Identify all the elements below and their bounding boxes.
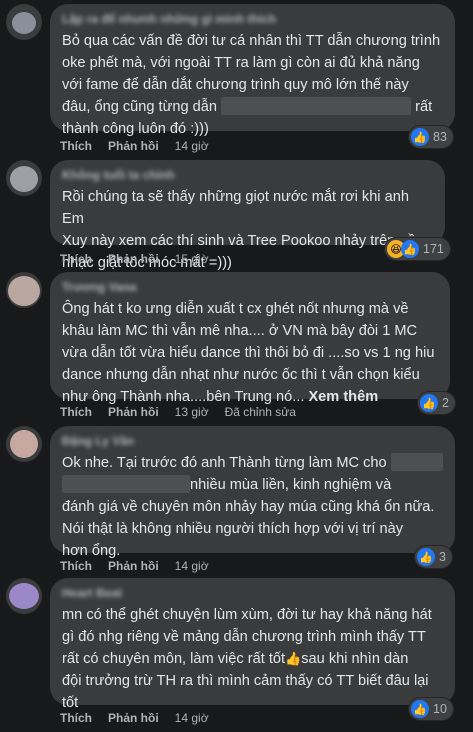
thumbs-up-icon: 👍 xyxy=(417,548,435,566)
reaction-summary[interactable]: 👍 83 xyxy=(409,126,453,148)
comment-bubble: Lập ra để nhưnh những gì mình thích Bỏ q… xyxy=(50,4,455,137)
thumbs-up-icon: 👍 xyxy=(420,394,438,412)
reply-button[interactable]: Phản hồi xyxy=(108,558,159,574)
reply-button[interactable]: Phản hồi xyxy=(108,138,159,154)
reaction-summary[interactable]: 👍 10 xyxy=(409,698,453,720)
comment-bubble: Trương Vana Ông hát t ko ưng diễn xuất t… xyxy=(50,272,450,405)
edited-label: Đã chỉnh sửa xyxy=(224,405,296,419)
comment-actions: Thích Phản hồi 13 giờ Đã chỉnh sửa xyxy=(60,404,296,420)
comment-author[interactable]: Không tuổi ta chính xyxy=(62,168,433,182)
timestamp[interactable]: 14 giờ xyxy=(175,138,209,154)
comment-text: Ok nhe. Tại trước đó anh Thành từng làm … xyxy=(62,452,443,562)
comment-text: Ông hát t ko ưng diễn xuất t cx ghét nốt… xyxy=(62,301,435,405)
reaction-count: 2 xyxy=(442,396,449,410)
avatar[interactable] xyxy=(6,426,42,462)
thumbs-up-icon: 👍 xyxy=(401,240,419,258)
comment-actions: Thích Phản hồi 15 giờ xyxy=(60,251,209,267)
comment-bubble: Đặng Ly Vân Ok nhe. Tại trước đó anh Thà… xyxy=(50,426,455,559)
comment-author[interactable]: Trương Vana xyxy=(62,280,438,294)
thumbs-up-icon: 👍 xyxy=(411,128,429,146)
timestamp[interactable]: 14 giờ xyxy=(175,558,209,574)
timestamp[interactable]: 14 giờ xyxy=(175,710,209,726)
redacted-text xyxy=(390,453,443,471)
like-button[interactable]: Thích xyxy=(60,558,92,574)
see-more-link[interactable]: Xem thêm xyxy=(308,389,378,405)
comment-bubble: Không tuổi ta chính Rồi chúng ta sẽ thấy… xyxy=(50,160,445,271)
comment-bubble: Heart Beat mn có thể ghét chuyện lùm xùm… xyxy=(50,578,455,711)
comment-actions: Thích Phản hồi 14 giờ xyxy=(60,558,209,574)
reply-button[interactable]: Phản hồi xyxy=(108,404,159,420)
thumbs-up-emoji: 👍 xyxy=(285,651,302,666)
like-button[interactable]: Thích xyxy=(60,710,92,726)
reaction-count: 10 xyxy=(433,702,447,716)
thumbs-up-icon: 👍 xyxy=(411,700,429,718)
reaction-summary[interactable]: 👍 2 xyxy=(418,392,455,414)
reaction-summary[interactable]: 😆 👍 171 xyxy=(385,238,450,260)
comment-author[interactable]: Lập ra để nhưnh những gì mình thích xyxy=(62,12,443,26)
like-button[interactable]: Thích xyxy=(60,404,92,420)
comment-author[interactable]: Heart Beat xyxy=(62,586,443,600)
reaction-summary[interactable]: 👍 3 xyxy=(415,546,452,568)
timestamp[interactable]: 13 giờ xyxy=(175,404,209,420)
reply-button[interactable]: Phản hồi xyxy=(108,251,159,267)
comment-text: Bỏ qua các vấn đề đời tư cá nhân thì TT … xyxy=(62,33,441,137)
reply-button[interactable]: Phản hồi xyxy=(108,710,159,726)
comment-actions: Thích Phản hồi 14 giờ xyxy=(60,138,209,154)
redacted-text xyxy=(221,97,412,115)
avatar[interactable] xyxy=(6,578,42,614)
redacted-text xyxy=(62,475,190,493)
timestamp[interactable]: 15 giờ xyxy=(175,251,209,267)
comment-author[interactable]: Đặng Ly Vân xyxy=(62,434,443,448)
avatar[interactable] xyxy=(6,272,42,308)
like-button[interactable]: Thích xyxy=(60,251,92,267)
like-button[interactable]: Thích xyxy=(60,138,92,154)
reaction-count: 83 xyxy=(433,130,447,144)
reaction-count: 171 xyxy=(423,242,444,256)
avatar[interactable] xyxy=(6,160,42,196)
comment-actions: Thích Phản hồi 14 giờ xyxy=(60,710,209,726)
avatar[interactable] xyxy=(6,4,42,40)
comment-text: mn có thể ghét chuyện lùm xùm, đời tư ha… xyxy=(62,607,432,711)
reaction-count: 3 xyxy=(439,550,446,564)
